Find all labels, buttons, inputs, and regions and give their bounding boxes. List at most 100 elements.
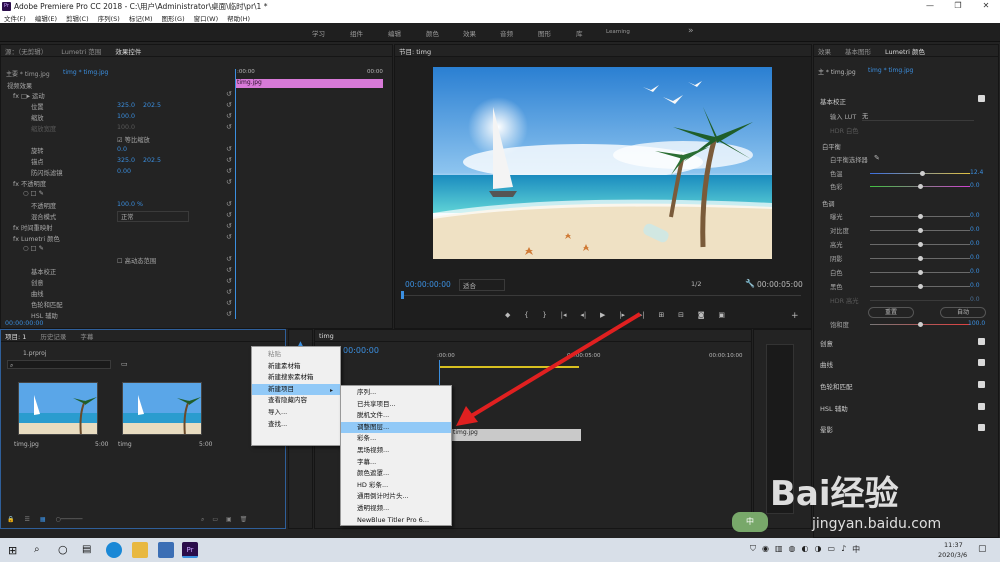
timeline-timecode[interactable]: 00:00:00 — [343, 346, 379, 355]
auto-button[interactable]: 自动 — [940, 307, 986, 318]
hsl-checkbox[interactable] — [978, 403, 985, 410]
tab-captions[interactable]: 字幕 — [80, 331, 93, 341]
section-creative[interactable]: 创意 — [820, 338, 833, 348]
add-button-icon[interactable]: + — [791, 311, 799, 321]
contrast-knob[interactable] — [918, 228, 923, 233]
submenu-sequence[interactable]: 序列... — [341, 387, 451, 399]
submenu-countdown[interactable]: 通用倒计时片头... — [341, 491, 451, 503]
tab-source[interactable]: 源：（无剪辑） — [5, 46, 47, 56]
network-icon[interactable]: ◉ — [762, 544, 769, 556]
shadows-knob[interactable] — [918, 256, 923, 261]
project-thumb-image[interactable] — [18, 382, 98, 435]
ec-playhead[interactable] — [235, 69, 236, 319]
ec-row-opacity[interactable]: fx 不透明度 — [13, 179, 46, 188]
ec-row-creative[interactable]: 创意 — [31, 278, 44, 287]
tab-essential-graphics[interactable]: 基本图形 — [845, 46, 871, 56]
exposure-value[interactable]: 0.0 — [970, 212, 980, 219]
wrench-icon[interactable]: 🔧 — [745, 279, 755, 288]
tint-knob[interactable] — [918, 184, 923, 189]
tab-effect-controls[interactable]: 效果控件 — [115, 46, 141, 56]
reset-icon[interactable]: ↺ — [226, 90, 232, 98]
tab-lumetri-color[interactable]: Lumetri 颜色 — [885, 46, 925, 56]
edge-browser-icon[interactable] — [106, 542, 122, 558]
menu-help[interactable]: 帮助(H) — [227, 13, 250, 23]
workspace-audio[interactable]: 音频 — [500, 28, 513, 38]
clock-date[interactable]: 2020/3/6 — [938, 551, 967, 559]
master-clip-label[interactable]: 主要 * timg.jpg — [6, 69, 50, 78]
shadows-value[interactable]: 0.0 — [970, 254, 980, 261]
ec-clip-bar[interactable]: timg.jpg — [235, 79, 383, 88]
workspace-overflow-icon[interactable]: » — [688, 26, 694, 36]
menu-markers[interactable]: 标记(M) — [129, 13, 153, 23]
white-balance-label[interactable]: 白平衡 — [822, 142, 841, 151]
tray-app-icon[interactable]: ◑ — [815, 544, 822, 556]
menu-new-item[interactable]: 新建项目 — [252, 383, 340, 396]
playback-resolution[interactable]: 1/2 — [691, 280, 701, 288]
new-bin-icon[interactable]: ▭ — [121, 360, 128, 368]
file-explorer-icon[interactable] — [132, 542, 148, 558]
temperature-value[interactable]: 12.4 — [970, 169, 983, 176]
highlights-value[interactable]: 0.0 — [970, 240, 980, 247]
submenu-black-video[interactable]: 黑场视频... — [341, 445, 451, 457]
blend-mode-select[interactable]: 正常 — [117, 211, 189, 222]
ec-row-hsl[interactable]: HSL 辅助 — [31, 311, 58, 320]
submenu-captions[interactable]: 字幕... — [341, 457, 451, 469]
ime-badge[interactable]: 中 — [732, 512, 768, 532]
input-lut-select[interactable]: 无 — [862, 111, 974, 121]
workspace-color[interactable]: 颜色 — [426, 28, 439, 38]
submenu-newblue-titler[interactable]: NewBlue Titler Pro 6... — [341, 515, 451, 527]
menu-new-search-bin[interactable]: 新建搜索素材箱 — [252, 372, 340, 384]
eyedropper-icon[interactable]: ✎ — [874, 154, 880, 162]
ec-row-time-remap[interactable]: fx 时间重映射 — [13, 223, 52, 232]
fit-select[interactable]: 适合 — [459, 279, 505, 291]
tab-project[interactable]: 项目: 1 — [5, 331, 26, 341]
input-lang-icon[interactable]: 中 — [852, 544, 860, 556]
ec-row-wheels[interactable]: 色轮和匹配 — [31, 300, 62, 309]
project-item-name[interactable]: timg.jpg — [14, 441, 39, 448]
ec-row-basic[interactable]: 基本校正 — [31, 267, 56, 276]
section-color-wheels[interactable]: 色轮和匹配 — [820, 381, 853, 391]
chart-icon[interactable]: ▥ — [775, 544, 783, 556]
list-view-icon[interactable]: ☰ — [24, 516, 29, 526]
program-monitor-title[interactable]: 节目: timg — [399, 46, 431, 56]
program-playhead[interactable] — [401, 291, 404, 299]
temperature-knob[interactable] — [920, 171, 925, 176]
workspace-effects[interactable]: 效果 — [463, 28, 476, 38]
menu-file[interactable]: 文件(F) — [4, 13, 26, 23]
zoom-slider-icon[interactable]: ○────── — [56, 516, 83, 526]
task-view-icon[interactable]: ▤ — [82, 544, 91, 555]
position-y[interactable]: 202.5 — [143, 102, 161, 109]
notification-icon[interactable]: ▢ — [978, 544, 987, 554]
section-basic-correction[interactable]: 基本校正 — [820, 96, 846, 106]
rotation-value[interactable]: 0.0 — [117, 146, 127, 153]
workspace-graphics[interactable]: 图形 — [538, 28, 551, 38]
curves-checkbox[interactable] — [978, 359, 985, 366]
menu-new-bin[interactable]: 新建素材箱 — [252, 361, 340, 373]
lumetri-sequence-clip[interactable]: timg * timg.jpg — [868, 67, 913, 74]
premiere-taskbar-icon[interactable]: Pr — [182, 542, 198, 558]
ec-row-curves[interactable]: 曲线 — [31, 289, 44, 298]
submenu-hd-bars[interactable]: HD 彩条... — [341, 480, 451, 492]
workspace-assembly[interactable]: 组件 — [350, 28, 363, 38]
tab-timeline-sequence[interactable]: timg — [319, 332, 334, 340]
tray-app-icon[interactable]: ◍ — [789, 544, 796, 556]
vignette-checkbox[interactable] — [978, 424, 985, 431]
submenu-shared-project[interactable]: 已共享项目... — [341, 399, 451, 411]
shield-icon[interactable]: ⛉ — [750, 544, 756, 556]
sequence-clip-label[interactable]: timg * timg.jpg — [63, 69, 108, 76]
ec-row-lumetri[interactable]: fx Lumetri 颜色 — [13, 234, 60, 243]
trash-icon[interactable]: 🗑 — [240, 516, 248, 526]
scale-value[interactable]: 100.0 — [117, 113, 135, 120]
saturation-knob[interactable] — [918, 322, 923, 327]
tone-label[interactable]: 色调 — [822, 199, 835, 208]
find-icon[interactable]: ⌕ — [201, 516, 204, 526]
menu-window[interactable]: 窗口(W) — [194, 13, 219, 23]
menu-find[interactable]: 查找... — [252, 419, 340, 431]
insert-icon[interactable]: ⊞ — [658, 311, 664, 321]
project-search-input[interactable]: ⌕ — [7, 360, 111, 369]
opacity-value[interactable]: 100.0 % — [117, 201, 143, 208]
submenu-transparent-video[interactable]: 透明视频... — [341, 503, 451, 515]
folder-icon[interactable]: ▭ — [212, 516, 218, 526]
section-vignette[interactable]: 晕影 — [820, 424, 833, 434]
battery-icon[interactable]: ▭ — [828, 544, 836, 556]
